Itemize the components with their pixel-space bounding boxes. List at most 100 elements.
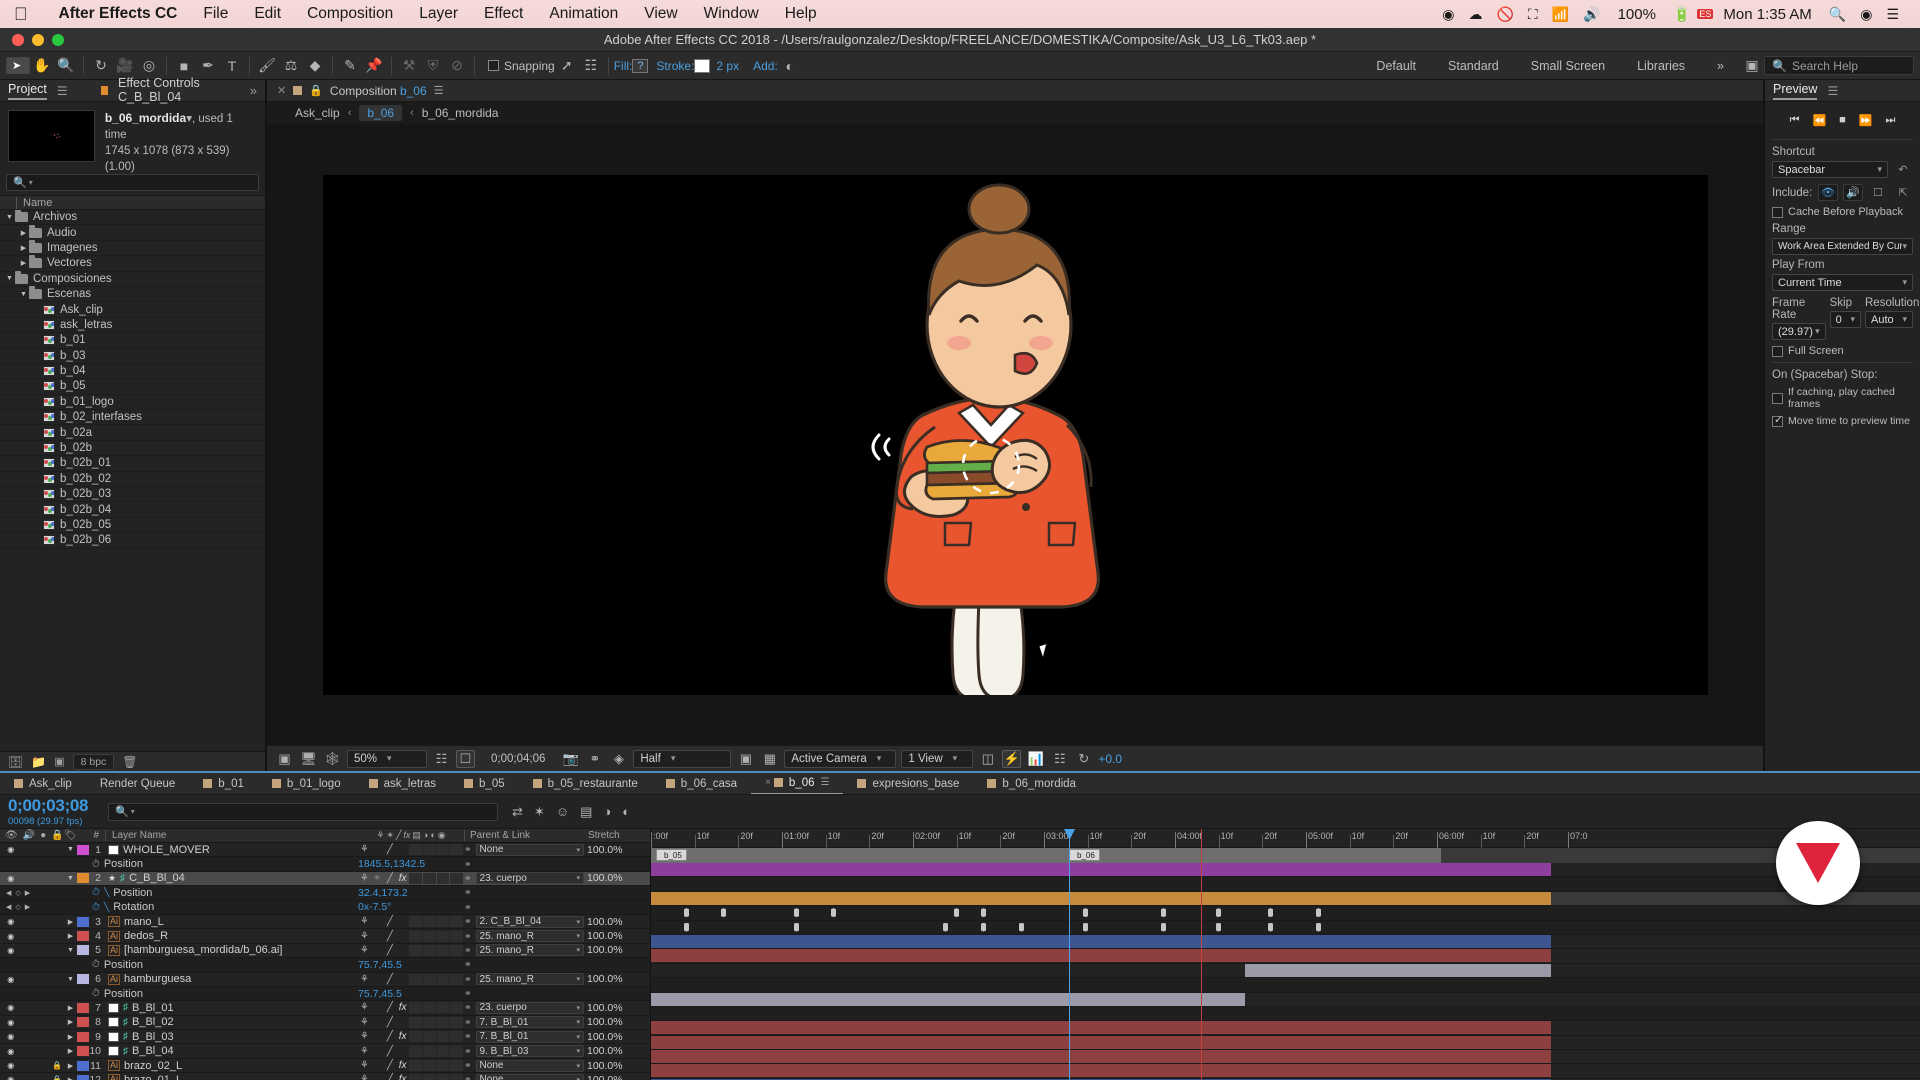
motion-blur-toggle[interactable] — [422, 1045, 436, 1057]
timeline-ruler[interactable]: :00f 10f 20f 01:00f 10f 20f 02:00f 10f 20f 03:00f… — [651, 829, 1920, 848]
property-value[interactable]: 75.7,45.5 — [358, 959, 464, 971]
quality-toggle[interactable] — [436, 872, 450, 884]
breadcrumb-item-2[interactable]: b_06_mordida — [422, 106, 499, 120]
menu-app-name[interactable]: After Effects CC — [46, 5, 191, 23]
quality-toggle[interactable] — [436, 1016, 450, 1028]
stretch-value[interactable]: 100.0% — [584, 1016, 650, 1028]
preview-resolution-select[interactable]: Auto ▾ — [1865, 311, 1913, 328]
track-row[interactable] — [651, 891, 1920, 907]
fx-toggle-icon[interactable]: fx — [396, 873, 409, 884]
rotation-tool-icon[interactable]: ↻ — [89, 55, 113, 77]
stretch-value[interactable]: 100.0% — [584, 944, 650, 956]
project-list-item[interactable]: b_02a — [0, 425, 265, 441]
keyframe-marker[interactable] — [1316, 908, 1321, 918]
workspace-libraries[interactable]: Libraries — [1621, 59, 1701, 73]
layer-label-color[interactable] — [77, 1046, 89, 1057]
quality-toggle[interactable] — [436, 1002, 450, 1014]
roto-brush-tool-icon[interactable]: ✎ — [338, 55, 362, 77]
project-list-item[interactable]: b_02b — [0, 441, 265, 457]
fx-toggle-icon[interactable]: fx — [396, 1017, 409, 1028]
effects-toggle-icon[interactable]: ✶ — [371, 974, 384, 985]
view-layout-select[interactable]: 1 View ▾ — [901, 749, 974, 768]
motion-blur-toggle-icon[interactable]: ⚘ — [358, 916, 371, 927]
lock-toggle-icon[interactable]: 🔒 — [51, 975, 65, 984]
timeline-button-icon[interactable]: 📊 — [1026, 750, 1045, 768]
three-d-toggle[interactable] — [450, 930, 463, 942]
project-list-item[interactable]: ▶ Vectores — [0, 255, 265, 272]
quality-toggle[interactable] — [436, 1031, 450, 1043]
draft-3d-icon[interactable]: ✶ — [534, 804, 545, 820]
three-d-toggle[interactable] — [450, 872, 463, 884]
layer-label-color[interactable] — [77, 1002, 89, 1013]
skip-select[interactable]: 0 ▾ — [1829, 311, 1861, 328]
property-value[interactable]: 75.7,45.5 — [358, 988, 464, 1000]
project-list-item[interactable]: b_03 — [0, 349, 265, 364]
workspace-small-screen[interactable]: Small Screen — [1515, 59, 1621, 73]
layer-duration-bar[interactable] — [651, 863, 1551, 876]
fx-toggle-icon[interactable]: fx — [396, 974, 409, 985]
track-row[interactable] — [651, 877, 1920, 892]
project-list-item[interactable]: b_02b_02 — [0, 472, 265, 488]
property-row[interactable]: ⏱ Position 1845.5,1342.5 ⚭ — [0, 857, 650, 872]
lock-toggle-icon[interactable]: 🔒 — [51, 874, 65, 883]
menu-edit[interactable]: Edit — [241, 5, 294, 23]
include-audio-icon[interactable]: 🔊 — [1843, 184, 1863, 201]
fx-toggle-icon[interactable]: fx — [396, 916, 409, 927]
motion-blur-toggle-icon[interactable]: ⚘ — [358, 931, 371, 942]
layer-label-color[interactable] — [77, 873, 89, 884]
parent-select[interactable]: None ▾ — [475, 1059, 584, 1072]
viewer-timecode[interactable]: 0;00;04;06 — [491, 753, 545, 765]
layer-duration-bar[interactable] — [651, 1035, 1551, 1049]
layer-duration-bar[interactable] — [651, 992, 1245, 1006]
adjustment-toggle-icon[interactable]: ╱ — [384, 873, 397, 884]
keyframe-marker[interactable] — [1216, 922, 1221, 932]
shape-tool-icon[interactable]: ■ — [172, 55, 196, 77]
effects-toggle-icon[interactable]: ✶ — [371, 1031, 384, 1042]
siri-icon[interactable]: ◉ — [1853, 6, 1879, 23]
property-value[interactable]: 1845.5,1342.5 — [358, 858, 464, 870]
channel-rgb-icon[interactable]: ◈ — [609, 750, 628, 768]
parent-select[interactable]: None ▾ — [475, 843, 584, 856]
twirl-closed-icon[interactable]: ▶ — [18, 229, 29, 237]
property-row[interactable]: ◀ ◇ ▶ ⏱ ╲ Position 32.4,173.2 ⚭ — [0, 886, 650, 901]
keyframe-marker[interactable] — [1161, 922, 1166, 932]
tab-preview[interactable]: Preview — [1773, 82, 1818, 100]
preview-export-icon[interactable]: ⇱ — [1893, 184, 1913, 201]
keyframe-marker[interactable] — [1216, 908, 1221, 918]
selection-tool-icon[interactable]: ➤ — [6, 57, 30, 74]
timeline-work-area[interactable]: b_05 b_06 — [651, 848, 1920, 863]
table-row[interactable]: ◉ 🔒▶ 8 ♯ B_Bl_02 ⚘✶╱fx ⚭ 7. B_Bl_01 ▾ 100.0% — [0, 1015, 650, 1031]
stopwatch-icon[interactable]: ⏱ — [92, 859, 100, 870]
composition-marker[interactable]: b_06 — [1069, 849, 1100, 861]
fx-toggle-icon[interactable]: fx — [396, 945, 409, 956]
twirl-closed-icon[interactable]: ▶ — [65, 918, 76, 926]
table-row[interactable]: ◉ 🔒▼ 1 WHOLE_MOVER ⚘✶╱fx ⚭ None ▾ 100.0% — [0, 843, 650, 858]
tab-project[interactable]: Project — [8, 82, 47, 100]
snap-bounds-icon[interactable]: ☷ — [579, 55, 603, 77]
clock[interactable]: Mon 1:35 AM — [1713, 6, 1821, 23]
stretch-value[interactable]: 100.0% — [584, 1002, 650, 1014]
work-area-span[interactable] — [651, 848, 1441, 863]
stopwatch-icon[interactable]: ⏱ — [92, 959, 100, 970]
layer-duration-bar[interactable] — [651, 1050, 1551, 1064]
pickwhip-icon[interactable]: ⚭ — [464, 902, 472, 913]
frame-blend-toggle[interactable] — [409, 1074, 422, 1080]
timeline-tab-b-05-restaurante[interactable]: b_05_restaurante — [519, 773, 652, 794]
frame-blending-icon[interactable]: ▤ — [580, 804, 592, 820]
composition-tab-label[interactable]: Composition b_06 — [330, 84, 427, 98]
table-row[interactable]: ◉ 🔒▶ 10 ♯ B_Bl_04 ⚘✶╱fx ⚭ 9. B_Bl_03 ▾ 100.0% — [0, 1044, 650, 1059]
motion-blur-toggle-icon[interactable]: ⚘ — [358, 873, 371, 884]
column-name-label[interactable]: Name — [16, 196, 52, 209]
project-list-item[interactable]: Ask_clip — [0, 302, 265, 318]
table-row[interactable]: ◉ 🔒▶ 3 Aimano_L ⚘✶╱fx ⚭ 2. C_B_Bl_04 ▾ 100.0% — [0, 914, 650, 930]
twirl-open-icon[interactable]: ▼ — [65, 947, 76, 954]
three-d-toggle[interactable] — [450, 844, 463, 856]
motion-blur-toggle-icon[interactable]: ⚘ — [358, 1017, 371, 1028]
timeline-tab-render-queue[interactable]: Render Queue — [86, 773, 189, 794]
pickwhip-icon[interactable]: ⚭ — [464, 959, 472, 970]
layer-label-color[interactable] — [77, 931, 89, 942]
motion-blur-icon[interactable]: ◑ — [603, 804, 611, 819]
battery-icon[interactable]: 🔋 — [1666, 6, 1697, 23]
layer-label-color[interactable] — [77, 1017, 89, 1028]
pickwhip-icon[interactable]: ⚭ — [464, 916, 472, 927]
